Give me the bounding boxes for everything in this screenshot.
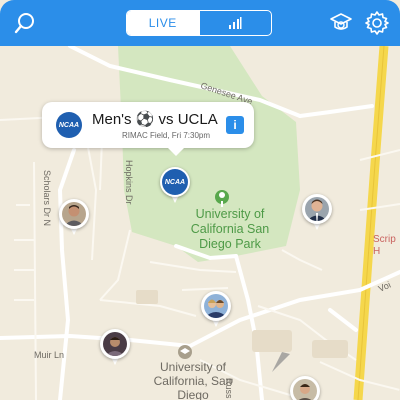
user-pin[interactable] bbox=[201, 291, 231, 331]
bar-chart-icon bbox=[229, 17, 242, 29]
road-label-scholars: Scholars Dr N bbox=[42, 170, 52, 226]
app-window: LIVE Genesee Ave Scholars Dr N Hopkins D… bbox=[0, 0, 400, 400]
search-icon[interactable] bbox=[10, 8, 40, 38]
ncaa-event-pin[interactable]: NCAA bbox=[160, 167, 190, 207]
user-pin[interactable] bbox=[290, 376, 320, 400]
campus-icon bbox=[178, 345, 192, 359]
top-bar: LIVE bbox=[0, 0, 400, 46]
gear-icon[interactable] bbox=[362, 8, 392, 38]
avatar bbox=[305, 197, 329, 221]
ncaa-logo: NCAA bbox=[56, 112, 82, 138]
info-button[interactable]: i bbox=[226, 116, 244, 134]
event-callout[interactable]: NCAA Men's ⚽ vs UCLA RIMAC Field, Fri 7:… bbox=[42, 102, 254, 156]
road-label-hopkins: Hopkins Dr bbox=[124, 160, 134, 205]
park-label: University of California San Diego Park bbox=[190, 207, 270, 251]
user-pin[interactable] bbox=[100, 329, 130, 369]
tab-live[interactable]: LIVE bbox=[127, 11, 199, 35]
avatar bbox=[204, 294, 228, 318]
road-label-muir: Muir Ln bbox=[34, 350, 64, 360]
avatar bbox=[103, 332, 127, 356]
ncaa-logo: NCAA bbox=[162, 169, 188, 195]
event-subtitle: RIMAC Field, Fri 7:30pm bbox=[122, 131, 211, 140]
graduation-cap-icon[interactable] bbox=[326, 8, 356, 38]
tab-stats[interactable] bbox=[198, 11, 272, 35]
user-pin[interactable] bbox=[302, 194, 332, 234]
event-title: Men's ⚽ vs UCLA bbox=[92, 111, 218, 128]
avatar bbox=[293, 379, 317, 400]
poi-label-scripps: Scrip H bbox=[373, 234, 396, 257]
avatar bbox=[62, 202, 86, 226]
view-toggle: LIVE bbox=[126, 10, 272, 36]
user-pin[interactable] bbox=[59, 199, 89, 239]
campus-label: University of California, San Diego bbox=[153, 360, 233, 400]
